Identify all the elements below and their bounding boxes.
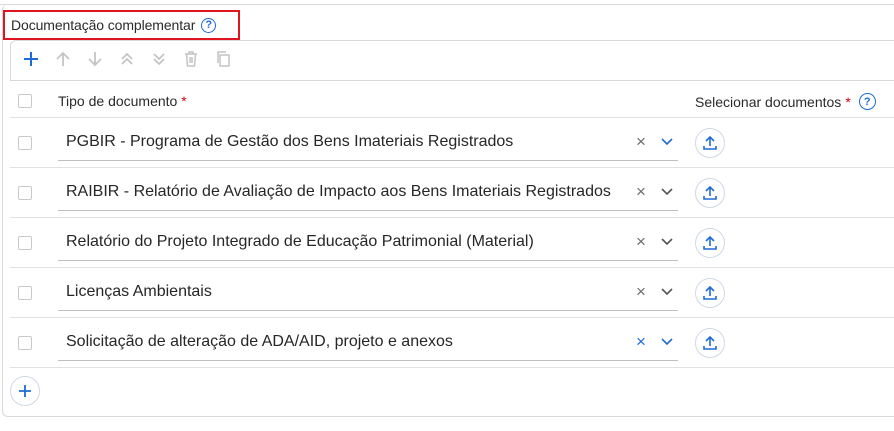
document-type-select[interactable]: Relatório do Projeto Integrado de Educaç… [66,233,534,251]
toolbar [22,50,232,68]
upload-button[interactable] [695,328,725,358]
clear-icon[interactable]: × [636,182,646,202]
row-divider [10,117,894,118]
double-chevron-down-icon[interactable] [150,50,168,68]
section-title: Documentação complementar [11,17,196,33]
clear-icon[interactable]: × [636,282,646,302]
row-checkbox[interactable] [18,336,32,350]
clear-icon[interactable]: × [636,332,646,352]
row-checkbox[interactable] [18,286,32,300]
clear-icon[interactable]: × [636,232,646,252]
question-circle-icon[interactable]: ? [858,93,876,110]
document-type-select[interactable]: Solicitação de alteração de ADA/AID, pro… [66,333,453,351]
row-divider [10,267,894,268]
row-divider [10,367,894,368]
row-checkbox[interactable] [18,136,32,150]
row-checkbox[interactable] [18,236,32,250]
chevron-down-icon[interactable] [660,235,674,249]
select-all-checkbox[interactable] [18,94,32,108]
select-underline [58,260,678,261]
chevron-down-icon[interactable] [660,285,674,299]
upload-button[interactable] [695,228,725,258]
arrow-down-icon[interactable] [86,50,104,68]
document-type-select[interactable]: PGBIR - Programa de Gestão dos Bens Imat… [66,133,513,151]
add-row-button[interactable] [10,376,40,406]
copy-icon[interactable] [214,50,232,68]
row-checkbox[interactable] [18,186,32,200]
question-circle-icon[interactable]: ? [201,17,217,33]
upload-button[interactable] [695,178,725,208]
clear-icon[interactable]: × [636,132,646,152]
upload-button[interactable] [695,128,725,158]
upload-icon [703,135,717,150]
select-underline [58,210,678,211]
col-header-type: Tipo de documento * [58,93,187,109]
document-type-select[interactable]: RAIBIR - Relatório de Avaliação de Impac… [66,183,611,201]
add-icon[interactable] [22,50,40,68]
upload-icon [703,335,717,350]
arrow-up-icon[interactable] [54,50,72,68]
select-underline [58,160,678,161]
toolbar-divider [10,80,894,81]
select-underline [58,310,678,311]
col-header-select: Selecionar documentos * ? [695,93,876,110]
upload-icon [703,185,717,200]
upload-button[interactable] [695,278,725,308]
upload-icon [703,235,717,250]
add-icon [19,385,31,397]
document-type-select[interactable]: Licenças Ambientais [66,283,212,301]
chevron-down-icon[interactable] [660,335,674,349]
upload-icon [703,285,717,300]
double-chevron-up-icon[interactable] [118,50,136,68]
row-divider [10,217,894,218]
col-header-type-label: Tipo de documento [58,93,178,109]
trash-icon[interactable] [182,50,200,68]
required-mark: * [181,93,187,109]
chevron-down-icon[interactable] [660,185,674,199]
row-divider [10,317,894,318]
col-header-select-label: Selecionar documentos [695,93,842,110]
chevron-down-icon[interactable] [660,135,674,149]
required-mark: * [845,93,851,110]
section-title-box: Documentação complementar ? [3,10,240,40]
select-underline [58,360,678,361]
row-divider [10,167,894,168]
